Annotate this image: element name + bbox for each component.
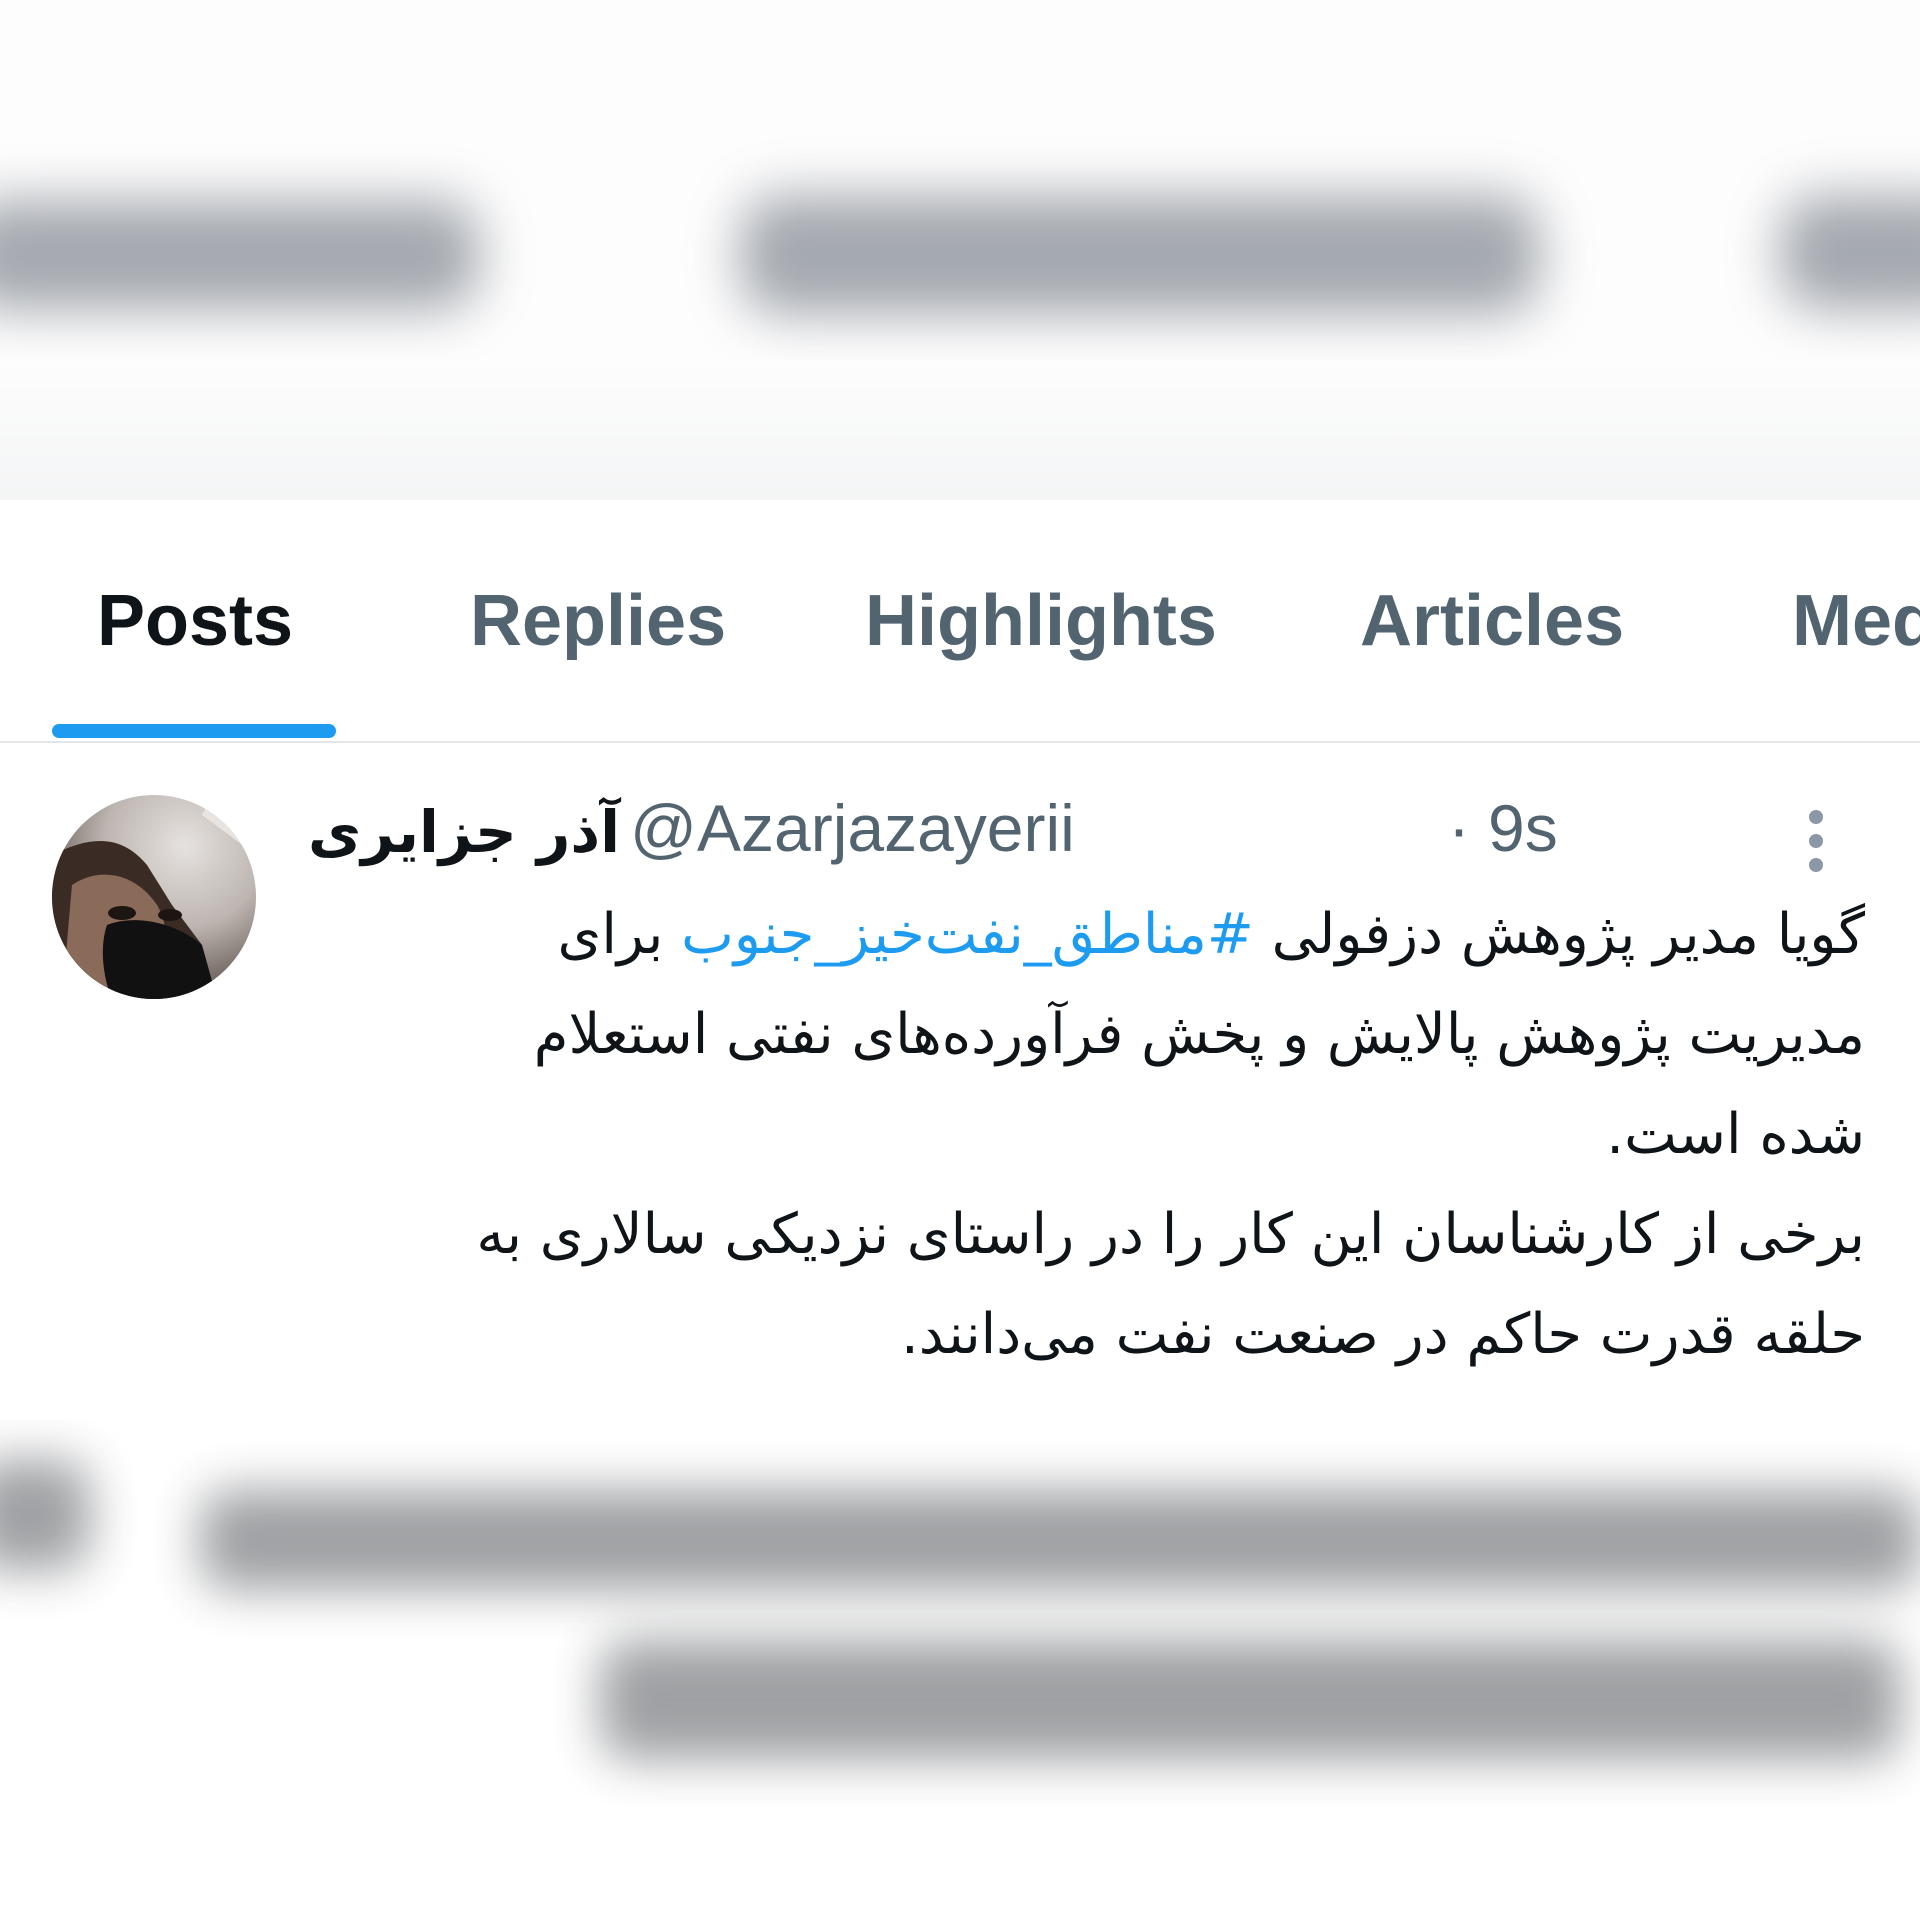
blurred-content-area	[0, 1420, 1920, 1920]
post-timestamp[interactable]: 9s	[1488, 790, 1558, 866]
user-handle[interactable]: @Azarjazayerii	[630, 790, 1075, 866]
tab-media[interactable]: Med	[1792, 580, 1920, 662]
tab-replies[interactable]: Replies	[470, 580, 726, 662]
post-text-line-5: حلقه قدرت حاکم در صنعت نفت می‌دانند.	[900, 1302, 1865, 1367]
more-vertical-icon	[1809, 810, 1823, 872]
post-text-segment: برای	[557, 902, 682, 967]
post-text-line-3: شده است.	[1606, 1102, 1865, 1167]
hashtag-link[interactable]: #مناطق_نفت‌خیز_جنوب	[681, 902, 1254, 967]
blurred-header-area	[0, 0, 1920, 500]
tab-posts[interactable]: Posts	[97, 580, 293, 662]
avatar-photo	[52, 795, 256, 999]
post-text-line-1: گویا مدیر پژوهش دزفولی #مناطق_نفت‌خیز_جن…	[310, 885, 1865, 985]
separator-dot: ·	[1448, 791, 1470, 865]
post-item[interactable]: آذر جزایری @Azarjazayerii · 9s گویا مدیر…	[0, 745, 1920, 1420]
more-options-button[interactable]	[1786, 801, 1846, 891]
profile-tab-bar: Posts Replies Highlights Articles Med	[0, 500, 1920, 743]
display-name[interactable]: آذر جزایری	[308, 798, 620, 866]
avatar[interactable]	[52, 795, 256, 999]
post-header: آذر جزایری @Azarjazayerii · 9s	[300, 790, 1840, 880]
tab-articles[interactable]: Articles	[1360, 580, 1624, 662]
tab-highlights[interactable]: Highlights	[865, 580, 1217, 662]
active-tab-indicator	[52, 724, 336, 738]
post-text-segment: گویا مدیر پژوهش دزفولی	[1253, 902, 1865, 967]
profile-screen: Posts Replies Highlights Articles Med آذ…	[0, 0, 1920, 1920]
post-text-line-2: مدیریت پژوهش پالایش و پخش فرآورده‌های نف…	[533, 1002, 1865, 1067]
post-text: گویا مدیر پژوهش دزفولی #مناطق_نفت‌خیز_جن…	[310, 885, 1865, 1385]
post-text-line-4: برخی از کارشناسان این کار را در راستای ن…	[476, 1202, 1865, 1267]
